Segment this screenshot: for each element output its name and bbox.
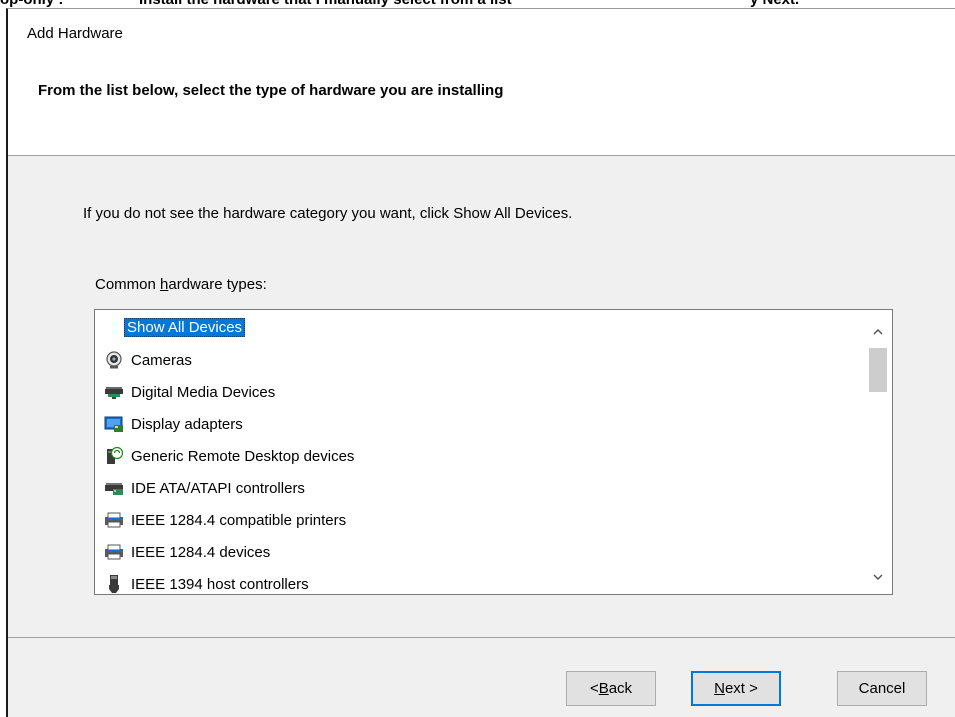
scroll-thumb[interactable]: [869, 348, 887, 392]
background-instructions-strip: op-only : Install the hardware that I ma…: [0, 0, 955, 8]
back-button[interactable]: < Back: [566, 671, 656, 706]
display-adapter-icon: [104, 414, 124, 434]
label-post: ardware types:: [168, 276, 267, 293]
ieee1394-icon: [104, 574, 124, 594]
back-accelerator: B: [598, 680, 609, 697]
dialog-title: Add Hardware: [27, 25, 123, 42]
add-hardware-dialog: Add Hardware From the list below, select…: [6, 8, 955, 717]
list-item-label: Display adapters: [131, 415, 243, 433]
back-prefix: <: [589, 680, 599, 697]
strip-fragment-left: op-only :: [0, 0, 63, 8]
media-device-icon: [104, 382, 124, 402]
list-item-ieee-1284-4-compatible-printers[interactable]: IEEE 1284.4 compatible printers: [95, 504, 865, 536]
next-button[interactable]: Next >: [691, 671, 781, 706]
list-item-label: IEEE 1394 host controllers: [131, 575, 309, 593]
list-item-generic-remote-desktop-devices[interactable]: Generic Remote Desktop devices: [95, 440, 865, 472]
printer-icon: [104, 510, 124, 530]
list-item-digital-media-devices[interactable]: Digital Media Devices: [95, 376, 865, 408]
ide-controller-icon: [104, 478, 124, 498]
list-item-label: IEEE 1284.4 compatible printers: [131, 511, 347, 529]
next-rest: ext >: [724, 680, 758, 697]
back-rest: ack: [608, 680, 633, 697]
list-item-ieee-1284-4-devices[interactable]: IEEE 1284.4 devices: [95, 536, 865, 568]
strip-fragment-right: y Next.: [750, 0, 799, 8]
strip-fragment-middle: Install the hardware that I manually sel…: [139, 0, 512, 8]
list-item-label: Show All Devices: [124, 317, 246, 337]
scroll-down-icon[interactable]: [864, 566, 892, 588]
vertical-scrollbar[interactable]: [864, 310, 892, 594]
printer-icon: [104, 542, 124, 562]
list-item-label: Cameras: [131, 351, 192, 369]
list-item-ide-ata-atapi-controllers[interactable]: IDE ATA/ATAPI controllers: [95, 472, 865, 504]
list-item-label: IEEE 1284.4 devices: [131, 543, 271, 561]
instruction-text: If you do not see the hardware category …: [83, 205, 573, 222]
list-item-label: IDE ATA/ATAPI controllers: [131, 479, 305, 497]
remote-desktop-icon: [104, 446, 124, 466]
cancel-button[interactable]: Cancel: [837, 671, 927, 706]
list-item-label: Generic Remote Desktop devices: [131, 447, 355, 465]
list-item-label: Digital Media Devices: [131, 383, 276, 401]
hardware-types-label: Common hardware types:: [95, 276, 267, 293]
list-item-display-adapters[interactable]: Display adapters: [95, 408, 865, 440]
next-accelerator: N: [714, 680, 725, 697]
footer-divider: [8, 637, 955, 638]
scroll-up-icon[interactable]: [864, 320, 892, 342]
hardware-types-listbox[interactable]: Show All Devices Cameras Digital Media D…: [94, 309, 893, 595]
camera-icon: [104, 350, 124, 370]
label-pre: Common: [95, 276, 161, 293]
hardware-types-list: Show All Devices Cameras Digital Media D…: [95, 310, 865, 594]
list-item-show-all-devices[interactable]: Show All Devices: [95, 310, 865, 344]
list-item-cameras[interactable]: Cameras: [95, 344, 865, 376]
list-item-ieee-1394-host-controllers[interactable]: IEEE 1394 host controllers: [95, 568, 865, 594]
wizard-heading: From the list below, select the type of …: [38, 82, 504, 99]
wizard-header: Add Hardware From the list below, select…: [8, 9, 955, 156]
